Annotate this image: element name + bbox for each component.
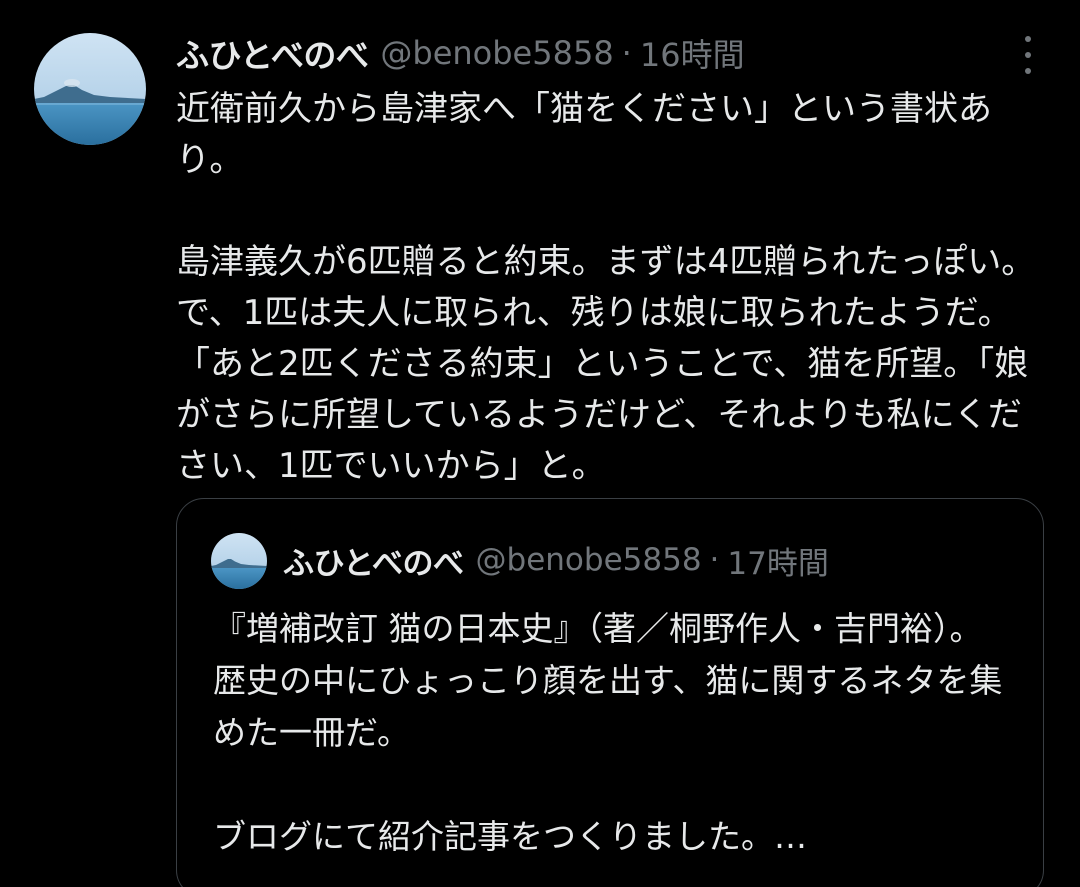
tweet-text: 近衛前久から島津家へ「猫をください」という書状あり。 島津義久が6匹贈ると約束。… <box>176 89 1036 486</box>
author-name[interactable]: ふひとべのべ <box>176 29 369 77</box>
avatar-volcano-sea-icon <box>211 533 267 589</box>
quoted-avatar <box>211 533 267 589</box>
more-options-icon[interactable] <box>1022 36 1034 74</box>
tweet-timestamp[interactable]: 16時間 <box>640 30 745 76</box>
quoted-text: 『増補改訂 猫の日本史』（著／桐野作人・吉門裕）。歴史の中にひょっこり顔を出す、… <box>213 609 1003 856</box>
quoted-author-name: ふひとべのべ <box>283 545 464 582</box>
quoted-header: ふひとべのべ @benobe5858 · 17時間 <box>283 535 829 585</box>
quoted-timestamp: 17時間 <box>727 545 829 582</box>
separator-dot: · <box>621 34 632 72</box>
quoted-tweet[interactable]: ふひとべのべ @benobe5858 · 17時間 『増補改訂 猫の日本史』（著… <box>176 498 1044 887</box>
quoted-separator-dot: · <box>709 542 720 578</box>
quoted-author-handle: @benobe5858 <box>475 542 702 578</box>
avatar[interactable] <box>34 33 146 145</box>
tweet-header: ふひとべのべ @benobe5858 · 16時間 <box>176 28 745 78</box>
avatar-volcano-sea-icon <box>34 33 146 145</box>
tweet[interactable]: ふひとべのべ @benobe5858 · 16時間 近衛前久から島津家へ「猫をく… <box>0 0 1080 887</box>
author-handle[interactable]: @benobe5858 <box>380 34 613 72</box>
